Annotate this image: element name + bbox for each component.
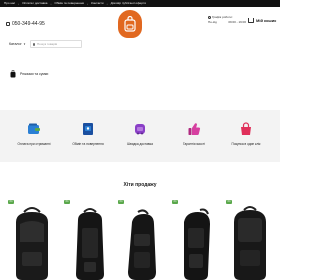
category-item[interactable]: Рюкзаки та сумки	[10, 70, 48, 78]
search-icon[interactable]	[33, 42, 35, 46]
site-logo[interactable]	[118, 10, 142, 38]
bestsellers-title: Хіти продажу	[123, 182, 157, 188]
category-label: Рюкзаки та сумки	[20, 72, 49, 76]
page: Про нас • Оплата і доставка • Обмін та п…	[0, 0, 280, 280]
delivery-icon	[135, 124, 145, 135]
thumbs-up-icon	[188, 123, 201, 136]
feature-label: Оплата при отриманні	[17, 142, 51, 146]
product-card[interactable]: Хіт	[224, 196, 276, 280]
phone-number: 050-349-44-95	[12, 21, 45, 27]
chevron-down-icon: ▾	[23, 42, 26, 46]
hours-row: Пн-Нд 09:00 - 19:00	[208, 20, 246, 25]
feature-delivery: Швидка доставка	[112, 122, 168, 146]
clock-icon	[208, 15, 211, 19]
nav-link-offer[interactable]: Договір публічної оферти	[111, 0, 146, 7]
backpack-icon	[10, 70, 16, 78]
nav-separator: •	[50, 1, 52, 6]
search-box	[30, 40, 82, 48]
nav-link-contacts[interactable]: Контакти	[91, 0, 103, 7]
product-image-backpack	[16, 207, 48, 280]
feature-label: Гарантія якості	[182, 142, 206, 146]
working-hours: Графік роботи: Пн-Нд 09:00 - 19:00	[208, 15, 246, 25]
phone-icon	[6, 22, 10, 26]
wallet-icon	[28, 123, 40, 134]
nav-separator: •	[87, 1, 89, 6]
feature-exchange: Обмін та повернення	[60, 122, 116, 146]
shopping-bag-icon	[241, 122, 251, 135]
feature-payment: Оплата при отриманні	[6, 122, 62, 146]
features-strip: Оплата при отриманні Обмін та повернення…	[0, 110, 280, 162]
cart-button[interactable]: Мій кошик	[248, 18, 276, 23]
return-icon	[83, 123, 93, 135]
top-nav-bar: Про нас • Оплата і доставка • Обмін та п…	[0, 0, 280, 7]
nav-link-about[interactable]: Про нас	[4, 0, 15, 7]
product-card[interactable]: Хіт	[62, 196, 114, 280]
cart-icon	[248, 18, 254, 23]
nav-link-exchange-return[interactable]: Обмін та повернення	[55, 0, 85, 7]
product-card[interactable]: Хіт	[116, 196, 168, 280]
nav-link-payment-delivery[interactable]: Оплата і доставка	[22, 0, 47, 7]
feature-label: Покупка в один клік	[231, 142, 261, 146]
product-image-sling-bag	[128, 209, 156, 280]
product-image-backpack	[76, 208, 104, 280]
hours-days: Пн-Нд	[208, 20, 217, 24]
backpack-logo-icon	[124, 16, 136, 32]
product-card[interactable]: Хіт	[6, 196, 58, 280]
product-image-sling-bag	[184, 208, 210, 280]
search-input[interactable]	[37, 42, 81, 46]
header-phone[interactable]: 050-349-44-95	[6, 21, 45, 27]
feature-label: Обмін та повернення	[72, 142, 104, 146]
product-card[interactable]: Хіт	[170, 196, 222, 280]
cart-label: Мій кошик	[256, 18, 277, 23]
feature-one-click: Покупка в один клік	[218, 122, 274, 146]
feature-quality: Гарантія якості	[166, 122, 222, 146]
catalog-label: Каталог	[9, 42, 22, 46]
catalog-dropdown[interactable]: Каталог ▾	[9, 42, 25, 46]
feature-label: Швидка доставка	[127, 142, 153, 146]
nav-separator: •	[18, 1, 20, 6]
hours-time: 09:00 - 19:00	[228, 20, 246, 24]
hours-title: Графік роботи:	[212, 15, 233, 19]
hit-badge: Хіт	[118, 200, 124, 204]
nav-separator: •	[106, 1, 108, 6]
product-image-backpack	[234, 206, 266, 280]
